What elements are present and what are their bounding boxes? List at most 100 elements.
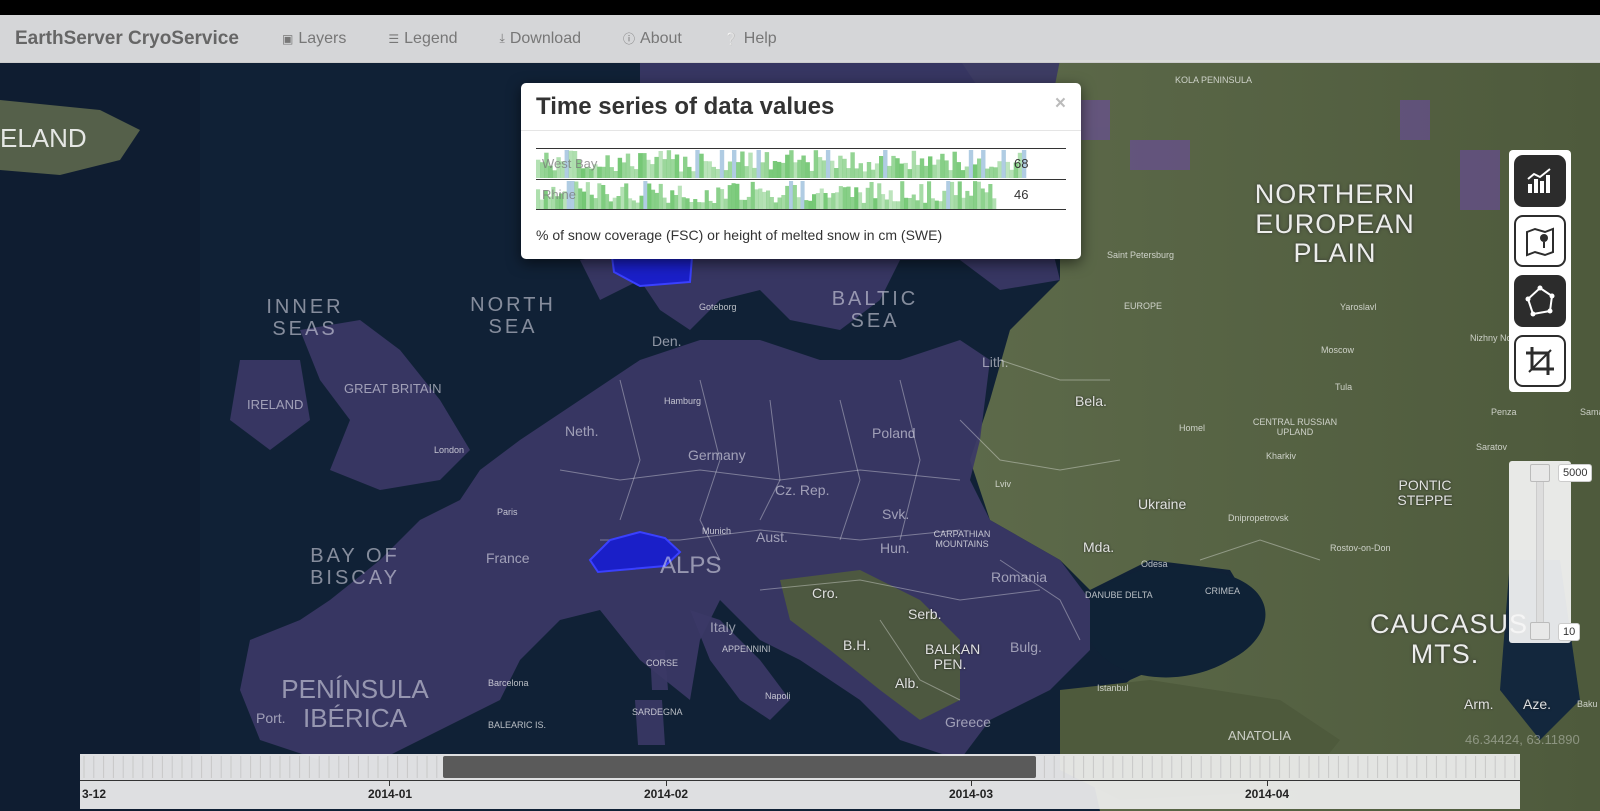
- sparkline-bar: [650, 164, 655, 178]
- map-label-carpathian: CARPATHIAN MOUNTAINS: [933, 529, 991, 549]
- map-label-city: SARDEGNA: [632, 707, 683, 717]
- sparkline-bar: [654, 192, 659, 209]
- timeline-range-brush[interactable]: [443, 756, 1036, 778]
- sparkline-bar: [689, 202, 694, 209]
- map-label-cro: Cro.: [812, 585, 839, 601]
- map-label-city: Dnipropetrovsk: [1228, 513, 1289, 523]
- sparkline-bar: [624, 183, 629, 209]
- map-label-lith: Lith.: [982, 354, 1009, 370]
- sparkline-bar: [674, 195, 679, 209]
- map-label-city: Paris: [497, 507, 518, 517]
- sparkline-bar: [764, 152, 770, 178]
- sparkline-bar: [651, 189, 656, 209]
- map-label-pontic-steppe: PONTIC STEPPE: [1397, 477, 1453, 509]
- sparkline-bar: [762, 191, 767, 209]
- crop-tool-button[interactable]: [1514, 335, 1566, 387]
- nav-about[interactable]: ⓘ About: [623, 30, 682, 48]
- sparkline-bar: [946, 181, 951, 209]
- sparkline-bar: [781, 162, 786, 178]
- sparkline-west-bay[interactable]: West Bay 68: [536, 148, 1066, 179]
- sparkline-bar: [984, 192, 989, 209]
- sparkline-bar: [932, 164, 937, 178]
- nav-download[interactable]: ⤓ Download: [500, 30, 581, 48]
- map-label-kola: KOLA PENINSULA: [1175, 75, 1253, 85]
- sparkline-bar: [911, 150, 917, 178]
- close-icon[interactable]: ×: [1055, 93, 1066, 115]
- map-label-crimea: CRIMEA: [1205, 586, 1241, 596]
- sparkline-bar: [670, 159, 676, 178]
- sparkline-bar: [865, 187, 870, 209]
- sparkline-bar: [793, 162, 798, 178]
- bar-chart-icon: [1527, 168, 1551, 193]
- map-label-neth: Neth.: [565, 423, 599, 439]
- sparkline-bar: [842, 187, 847, 209]
- sparkline-chart: [536, 150, 1027, 178]
- modal-title: Time series of data values: [536, 93, 835, 120]
- sparkline-rhine[interactable]: Rhine 46: [536, 179, 1066, 210]
- timeline[interactable]: 3-12 2014-01 2014-02 2014-03 2014-04: [80, 754, 1520, 809]
- navbar: EarthServer CryoService ▣ Layers ☰ Legen…: [0, 15, 1600, 63]
- sparkline-bar: [831, 193, 836, 209]
- sparkline-bar: [904, 197, 909, 209]
- slider-track[interactable]: [1536, 469, 1544, 634]
- sparkline-bar: [719, 150, 725, 178]
- sparkline-bar: [658, 151, 663, 178]
- sparkline-bar: [605, 155, 610, 178]
- map-label-poland: Poland: [872, 425, 916, 441]
- nav-layers[interactable]: ▣ Layers: [282, 30, 346, 48]
- sparkline-bar: [629, 166, 635, 178]
- sparkline-bar: [934, 200, 939, 209]
- sparkline-bar: [707, 161, 712, 178]
- sparkline-bar: [578, 188, 583, 209]
- sparkline-bar: [964, 166, 970, 178]
- sparkline-bar: [681, 197, 686, 209]
- sparkline-bar: [850, 197, 855, 209]
- app-root: ELAND INNER SEAS NORTH SEA BALTIC SEA BA…: [0, 0, 1600, 811]
- sparkline-bar: [789, 181, 794, 209]
- map-pin-tool-button[interactable]: [1514, 215, 1566, 267]
- sparkline-bar: [670, 190, 675, 209]
- nav-legend[interactable]: ☰ Legend: [388, 30, 457, 48]
- sparkline-bar: [769, 197, 774, 209]
- sparkline-bar: [703, 161, 708, 178]
- brand-title[interactable]: EarthServer CryoService: [0, 28, 282, 50]
- map-label-city: Munich: [702, 526, 732, 536]
- map-label-great-britain: GREAT BRITAIN: [344, 381, 442, 396]
- slider-max-handle[interactable]: [1530, 464, 1550, 482]
- sparkline-bar: [744, 166, 749, 178]
- sparkline-bar: [1009, 169, 1015, 178]
- sparkline-bar: [601, 185, 606, 209]
- sparkline-bar: [536, 159, 541, 178]
- sparkline-bar: [993, 167, 998, 178]
- sparkline-chart: [536, 181, 997, 209]
- sparkline-bar: [809, 170, 814, 178]
- chart-tool-button[interactable]: [1514, 155, 1566, 207]
- sparkline-bar: [693, 199, 698, 209]
- sparkline-bar: [766, 190, 771, 209]
- map-label-greece: Greece: [945, 714, 991, 730]
- map-label-mda: Mda.: [1083, 539, 1115, 555]
- slider-min-handle[interactable]: [1530, 622, 1550, 640]
- nav-help[interactable]: ❔ Help: [724, 30, 777, 48]
- map-label-ukraine: Ukraine: [1138, 496, 1187, 512]
- map-label-bay-of-biscay: BAY OF BISCAY: [310, 545, 400, 589]
- map-label-inner-seas: INNER SEAS: [266, 296, 344, 340]
- sparkline-bar: [992, 198, 997, 209]
- sparkline-bar: [666, 150, 672, 178]
- sparkline-bar: [691, 171, 696, 178]
- sparkline-bar: [870, 169, 876, 178]
- sparkline-bar: [677, 185, 682, 209]
- map-label-anatolia: ANATOLIA: [1228, 728, 1292, 743]
- sparkline-bar: [980, 188, 985, 209]
- sparkline-bar: [830, 160, 835, 178]
- sparkline-bar: [942, 190, 947, 209]
- map-label-city: Homel: [1179, 423, 1206, 433]
- map-label-northern-european-plain: NORTHERN EUROPEAN PLAIN: [1254, 179, 1416, 269]
- sparkline-bar: [888, 190, 893, 209]
- sparkline-bar: [750, 181, 755, 209]
- map-label-city: Saratov: [1476, 442, 1508, 452]
- sparkline-bar: [930, 198, 935, 209]
- polygon-tool-button[interactable]: [1514, 275, 1566, 327]
- download-icon: ⤓: [499, 31, 505, 45]
- sparkline-bar: [781, 195, 786, 209]
